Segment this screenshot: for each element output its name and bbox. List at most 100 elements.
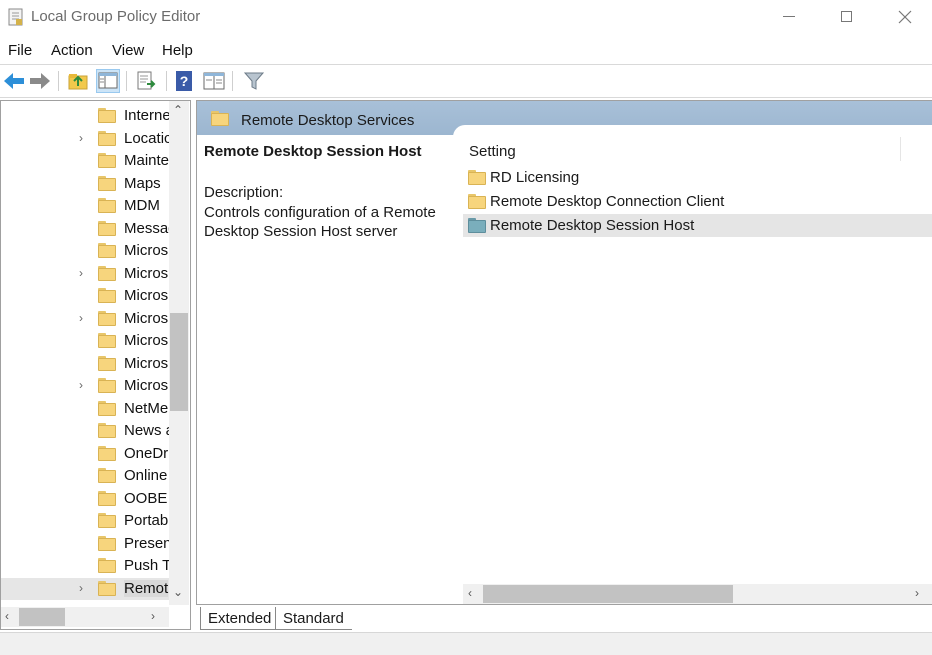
forward-arrow-icon bbox=[30, 73, 50, 89]
scrollbar-thumb[interactable] bbox=[170, 313, 188, 411]
export-list-icon bbox=[137, 71, 156, 90]
setting-list-item[interactable]: RD Licensing bbox=[463, 166, 932, 189]
tree-item-label: Micros bbox=[124, 332, 169, 349]
details-header-title: Remote Desktop Services bbox=[241, 112, 415, 129]
toolbar-separator bbox=[166, 71, 167, 91]
filter-button[interactable] bbox=[242, 69, 266, 93]
tree-item[interactable]: OOBE bbox=[1, 488, 171, 510]
menu-bar: File Action View Help bbox=[0, 38, 932, 62]
setting-list-item[interactable]: Remote Desktop Session Host bbox=[463, 214, 932, 237]
filter-icon bbox=[243, 72, 265, 90]
column-divider[interactable] bbox=[900, 137, 901, 161]
scrollbar-thumb[interactable] bbox=[19, 608, 65, 626]
tab-extended[interactable]: Extended bbox=[200, 607, 276, 630]
menu-help[interactable]: Help bbox=[162, 42, 193, 59]
tree-item-label: Mainte bbox=[124, 152, 170, 169]
tree-item[interactable]: Mainte bbox=[1, 150, 171, 172]
details-horizontal-scrollbar[interactable]: ‹ › bbox=[463, 584, 932, 604]
scroll-left-icon[interactable]: ‹ bbox=[468, 586, 472, 600]
tree-item[interactable]: Portab bbox=[1, 510, 171, 532]
tree-item-label: Micros bbox=[124, 264, 169, 282]
folder-icon bbox=[98, 558, 116, 573]
folder-icon bbox=[98, 445, 116, 461]
forward-button[interactable] bbox=[28, 69, 52, 93]
up-folder-button[interactable] bbox=[66, 69, 90, 93]
maximize-button[interactable] bbox=[824, 0, 870, 34]
details-header: Remote Desktop Services bbox=[197, 101, 932, 137]
folder-icon bbox=[468, 194, 486, 209]
tree-item[interactable]: Maps bbox=[1, 173, 171, 195]
tree-item[interactable]: › Locatic bbox=[1, 128, 172, 150]
folder-icon bbox=[98, 130, 116, 146]
tree-horizontal-scrollbar[interactable]: ‹ › bbox=[1, 607, 169, 627]
description-label: Description: bbox=[204, 184, 284, 201]
tree-item-label: Micros bbox=[124, 242, 169, 259]
tree-item[interactable]: Micros bbox=[1, 353, 171, 375]
tree-item[interactable]: › Micros bbox=[1, 263, 171, 285]
folder-icon bbox=[98, 400, 116, 416]
folder-icon bbox=[98, 535, 116, 551]
scroll-right-icon[interactable]: › bbox=[915, 586, 919, 600]
chevron-right-icon[interactable]: › bbox=[79, 581, 83, 595]
tree-item[interactable]: Micros bbox=[1, 285, 171, 307]
tree-item[interactable]: NetMe bbox=[1, 398, 171, 420]
chevron-right-icon[interactable]: › bbox=[79, 378, 83, 392]
view-tabs: Extended Standard bbox=[196, 607, 932, 631]
tree-item[interactable]: › Remot bbox=[1, 577, 171, 600]
setting-item-label: RD Licensing bbox=[490, 169, 580, 186]
minimize-button[interactable] bbox=[766, 0, 812, 34]
export-list-button[interactable] bbox=[134, 69, 158, 93]
close-button[interactable] bbox=[882, 0, 928, 34]
folder-icon bbox=[468, 170, 486, 185]
column-header-setting[interactable]: Setting bbox=[469, 143, 516, 160]
folder-icon bbox=[211, 111, 229, 126]
folder-icon bbox=[98, 243, 116, 258]
tree-item[interactable]: Interne bbox=[1, 105, 171, 127]
scroll-up-icon[interactable]: ⌃ bbox=[173, 103, 183, 117]
help-button[interactable]: ? bbox=[172, 69, 196, 93]
back-button[interactable] bbox=[2, 69, 26, 93]
chevron-right-icon[interactable]: › bbox=[79, 311, 83, 325]
menu-file[interactable]: File bbox=[8, 42, 32, 59]
tree-item[interactable]: Presen bbox=[1, 533, 172, 555]
tree-item-label: Interne bbox=[124, 107, 171, 124]
tree-item[interactable]: MDM bbox=[1, 195, 171, 217]
tree-item[interactable]: Messag bbox=[1, 218, 177, 240]
back-arrow-icon bbox=[4, 73, 24, 89]
tree-item-label: Remot bbox=[124, 579, 169, 597]
setting-list-item[interactable]: Remote Desktop Connection Client bbox=[463, 190, 932, 213]
tree-item[interactable]: Online bbox=[1, 465, 171, 487]
up-folder-icon bbox=[68, 74, 88, 90]
details-pane: Remote Desktop Services Remote Desktop S… bbox=[196, 100, 932, 605]
tree-item-label: Push T bbox=[124, 557, 172, 574]
scrollbar-thumb[interactable] bbox=[483, 585, 733, 603]
folder-icon bbox=[98, 198, 116, 213]
policy-editor-icon bbox=[8, 8, 23, 26]
tab-standard[interactable]: Standard bbox=[276, 607, 352, 630]
extended-view-button[interactable] bbox=[202, 69, 226, 93]
toolbar-separator bbox=[126, 71, 127, 91]
scroll-down-icon[interactable]: ⌄ bbox=[173, 585, 183, 599]
show-hide-tree-icon bbox=[98, 72, 118, 89]
folder-icon bbox=[98, 378, 116, 393]
tree-item[interactable]: › Micros bbox=[1, 375, 171, 397]
chevron-right-icon[interactable]: › bbox=[79, 131, 83, 145]
tree-item[interactable]: › Micros bbox=[1, 308, 171, 330]
tree-vertical-scrollbar[interactable]: ⌃ ⌄ bbox=[169, 101, 189, 605]
menu-view[interactable]: View bbox=[112, 42, 144, 59]
scroll-right-icon[interactable]: › bbox=[151, 609, 155, 623]
setting-item-label: Remote Desktop Session Host bbox=[490, 217, 695, 234]
chevron-right-icon[interactable]: › bbox=[79, 266, 83, 280]
help-icon: ? bbox=[176, 71, 192, 91]
folder-icon bbox=[98, 220, 116, 236]
menu-action[interactable]: Action bbox=[51, 42, 93, 59]
tree-item[interactable]: Micros bbox=[1, 240, 171, 262]
tree-item-label: News a bbox=[124, 422, 175, 439]
tree-item[interactable]: Push T bbox=[1, 555, 171, 577]
folder-icon bbox=[98, 468, 116, 483]
show-hide-tree-button[interactable] bbox=[96, 69, 120, 93]
scroll-left-icon[interactable]: ‹ bbox=[5, 609, 9, 623]
tree-item[interactable]: News a bbox=[1, 420, 175, 442]
tree-item[interactable]: Micros bbox=[1, 330, 171, 352]
tree-item[interactable]: OneDr bbox=[1, 443, 171, 465]
